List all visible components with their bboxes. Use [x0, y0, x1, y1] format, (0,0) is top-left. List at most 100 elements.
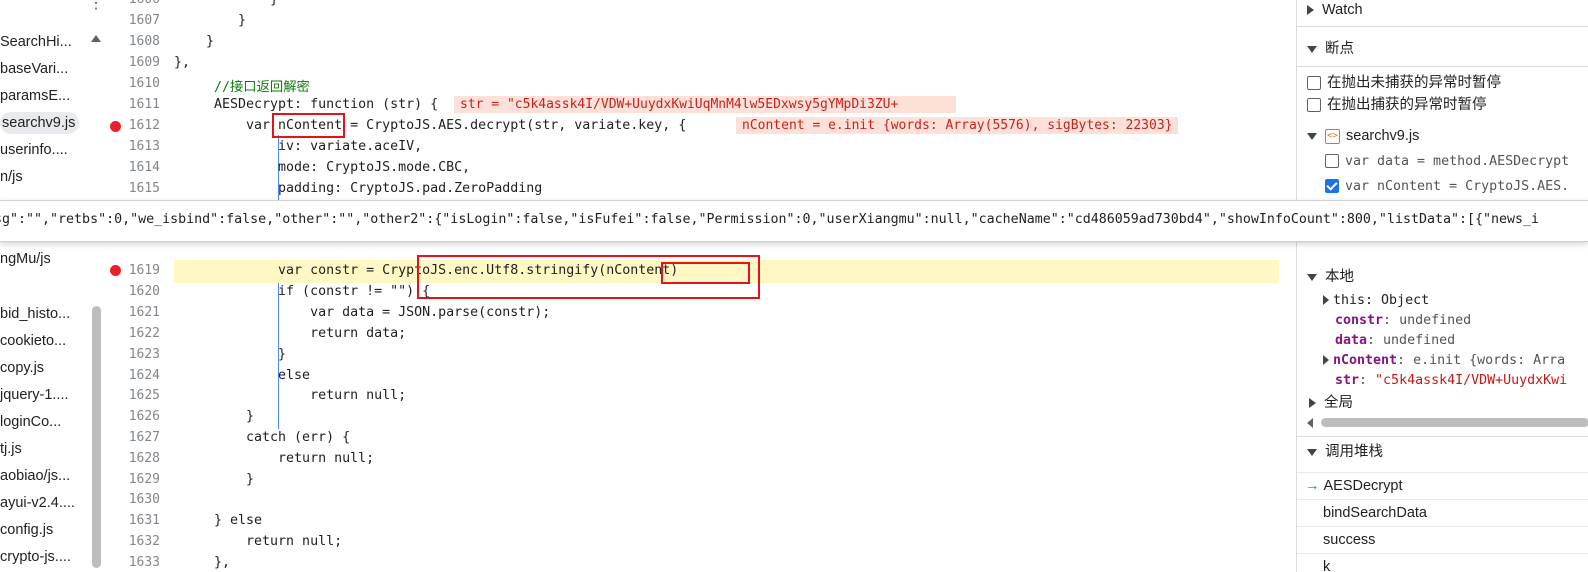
line-number[interactable]: 1631 [104, 513, 160, 528]
file-item[interactable]: paramsE... [0, 85, 70, 107]
call-frame[interactable]: bindSearchData [1297, 499, 1588, 526]
inline-value-ncontent[interactable]: nContent = e.init {words: Array(5576), s… [736, 117, 1179, 134]
code-line: if (constr != "") { [214, 284, 431, 299]
file-tree: ⋮ SearchHi... baseVari... paramsE... sea… [0, 0, 105, 572]
divider [1297, 66, 1588, 67]
file-item[interactable]: ayui-v2.4.... [0, 492, 75, 514]
pause-uncaught-option[interactable]: 在抛出未捕获的异常时暂停 [1297, 72, 1588, 94]
line-number[interactable]: 1620 [104, 284, 160, 299]
collapse-icon [1307, 45, 1317, 53]
arrow-right-icon: → [1305, 478, 1320, 494]
line-number[interactable]: 1630 [104, 492, 160, 507]
code-line: var data = JSON.parse(constr); [214, 305, 551, 320]
file-item[interactable]: userinfo.... [0, 139, 68, 161]
line-number[interactable]: 1622 [104, 326, 160, 341]
annotation-box [661, 262, 750, 284]
line-number[interactable]: 1607 [104, 13, 160, 28]
line-number[interactable]: 1611 [104, 97, 160, 112]
expand-icon [1307, 5, 1314, 16]
line-number[interactable]: 1614 [104, 160, 160, 175]
more-options-icon[interactable]: ⋮ [88, 0, 104, 12]
code-line: return null; [214, 534, 343, 549]
scroll-up-icon[interactable] [91, 35, 101, 42]
line-number[interactable]: 1625 [104, 388, 160, 403]
pause-caught-checkbox[interactable] [1307, 98, 1321, 113]
line-number[interactable]: 1609 [104, 55, 160, 70]
call-frame[interactable]: k [1297, 553, 1588, 572]
file-item[interactable]: config.js [0, 519, 53, 541]
folder-item[interactable]: n/js [0, 166, 23, 188]
callstack-section-header[interactable]: 调用堆栈 [1297, 441, 1588, 463]
code-line: } [174, 13, 247, 28]
annotation-box [272, 113, 345, 138]
file-item[interactable]: baseVari... [0, 58, 68, 80]
line-number[interactable]: 1629 [104, 472, 160, 487]
expand-icon [1309, 398, 1316, 409]
file-item[interactable]: crypto-js.... [0, 546, 71, 568]
call-frame[interactable]: success [1297, 526, 1588, 553]
file-item[interactable]: bid_histo... [0, 303, 70, 325]
value-popover[interactable]: sg":"","retbs":0,"we_isbind":false,"othe… [0, 200, 1588, 242]
file-item[interactable]: jquery-1.... [0, 384, 69, 406]
line-number[interactable]: 1624 [104, 368, 160, 383]
scope-var-str[interactable]: str: "c5k4assk4I/VDW+UuydxKwi [1297, 370, 1588, 390]
file-item[interactable]: cookieto... [0, 330, 66, 352]
line-number[interactable]: 1613 [104, 139, 160, 154]
line-number[interactable]: 1606 [104, 0, 160, 7]
code-line: } [214, 472, 255, 487]
line-number[interactable]: 1621 [104, 305, 160, 320]
scroll-left-icon[interactable] [1307, 418, 1313, 428]
scope-var-ncontent[interactable]: nContent: e.init {words: Arra [1297, 350, 1588, 370]
line-number[interactable]: 1610 [104, 76, 160, 91]
line-number[interactable]: 1628 [104, 451, 160, 466]
code-line: return null; [214, 388, 407, 403]
code-editor[interactable]: 1606 } 1607 } 1608 } 1609 }, 1610 //接口返回… [104, 0, 1296, 572]
code-line: AESDecrypt: function (str) { [214, 97, 439, 112]
breakpoint-entry[interactable]: var nContent = CryptoJS.AES. [1297, 175, 1588, 197]
line-number[interactable]: 1623 [104, 347, 160, 362]
line-number[interactable]: 1632 [104, 534, 160, 549]
inline-value-str[interactable]: str = "c5k4assk4I/VDW+UuydxKwiUqMnM4lw5E… [454, 96, 956, 113]
scope-var-this[interactable]: this: Object [1297, 290, 1588, 310]
breakpoint-entry[interactable]: var data = method.AESDecrypt [1297, 150, 1588, 172]
breakpoint-checkbox[interactable] [1325, 154, 1339, 169]
scope-horizontal-scrollbar[interactable] [1321, 418, 1588, 427]
pause-caught-option[interactable]: 在抛出捕获的异常时暂停 [1297, 94, 1588, 116]
local-scope-header[interactable]: 本地 [1297, 266, 1588, 288]
breakpoint-file-group[interactable]: <> searchv9.js [1297, 125, 1588, 147]
file-item[interactable]: tj.js [0, 438, 22, 460]
call-frame-current[interactable]: → AESDecrypt [1297, 472, 1588, 499]
scope-var-constr[interactable]: constr: undefined [1297, 310, 1588, 330]
global-scope-header[interactable]: 全局 [1297, 392, 1588, 414]
code-comment: //接口返回解密 [214, 80, 310, 95]
line-number[interactable]: 1619 [104, 263, 160, 278]
code-line: } [214, 347, 287, 362]
file-item[interactable]: copy.js [0, 357, 44, 379]
file-item[interactable]: loginCo... [0, 411, 61, 433]
code-line: }, [174, 55, 191, 70]
code-line: return null; [214, 451, 375, 466]
code-line: }, [214, 555, 231, 570]
line-number[interactable]: 1608 [104, 34, 160, 49]
breakpoints-section-header[interactable]: 断点 [1297, 38, 1588, 60]
popover-text: sg":"","retbs":0,"we_isbind":false,"othe… [0, 212, 1540, 227]
line-number[interactable]: 1633 [104, 555, 160, 570]
file-item-selected[interactable]: searchv9.js [0, 112, 80, 134]
collapse-icon [1307, 448, 1317, 456]
watch-section-header[interactable]: Watch [1297, 0, 1588, 22]
line-number[interactable]: 1626 [104, 409, 160, 424]
line-number[interactable]: 1612 [104, 118, 160, 133]
collapse-icon [1307, 132, 1317, 140]
expand-icon [1323, 295, 1329, 306]
scope-var-data[interactable]: data: undefined [1297, 330, 1588, 350]
file-item[interactable]: SearchHi... [0, 31, 72, 53]
code-line: } [214, 409, 255, 424]
code-line: padding: CryptoJS.pad.ZeroPadding [214, 181, 543, 196]
file-tree-scrollbar[interactable] [92, 306, 101, 568]
pause-uncaught-checkbox[interactable] [1307, 76, 1321, 91]
line-number[interactable]: 1615 [104, 181, 160, 196]
breakpoint-checkbox-checked[interactable] [1325, 179, 1339, 194]
line-number[interactable]: 1627 [104, 430, 160, 445]
folder-item[interactable]: aobiao/js... [0, 465, 70, 487]
folder-item[interactable]: ngMu/js [0, 248, 51, 270]
